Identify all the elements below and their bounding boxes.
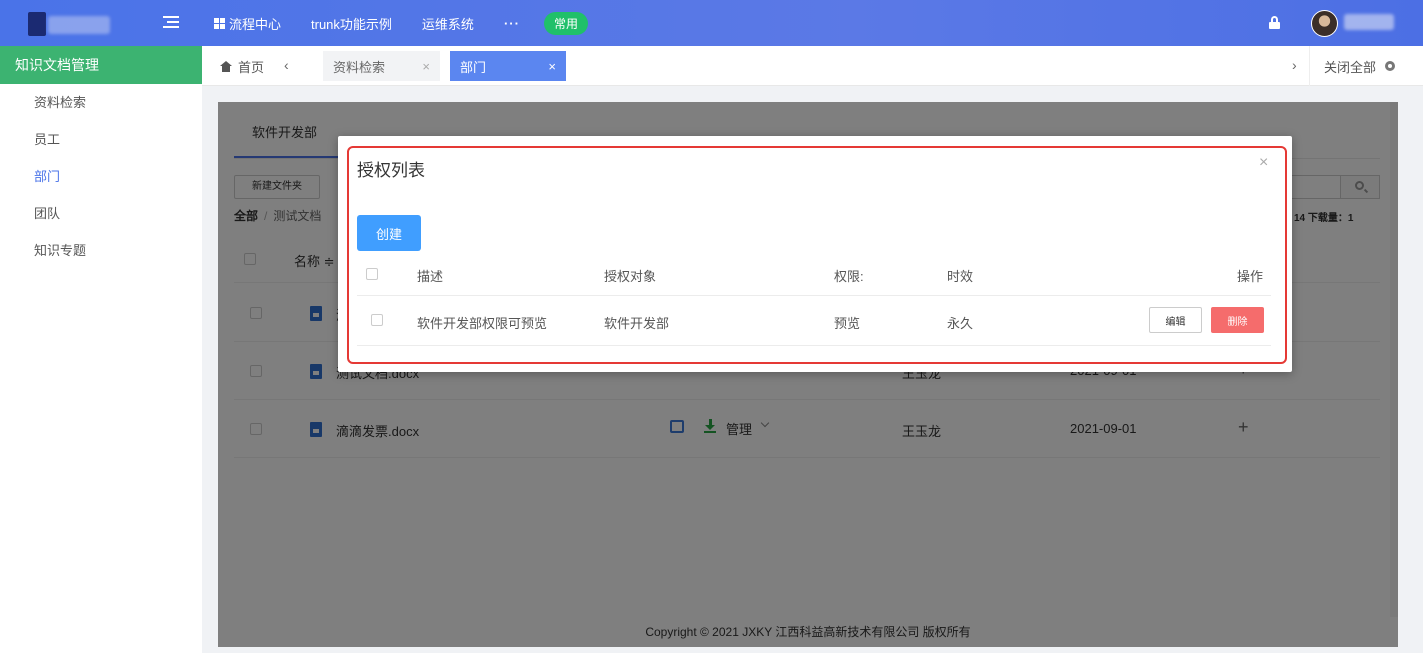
sidebar-header[interactable]: 知识文档管理 [0, 46, 202, 84]
tab-home-label: 首页 [238, 59, 265, 75]
home-icon [220, 60, 232, 72]
nav-label: 运维系统 [421, 16, 474, 32]
tabs-prev-icon[interactable]: ‹ [284, 57, 289, 73]
tabs-next-icon[interactable]: › [1292, 57, 1297, 73]
sidebar: 知识文档管理 资料检索 员工 部门 团队 知识专题 [0, 46, 202, 653]
common-badge[interactable]: 常用 [543, 11, 588, 35]
close-icon[interactable]: × [1259, 154, 1268, 172]
tab-department[interactable]: 部门 × [450, 51, 566, 81]
nav-label: 流程中心 [229, 16, 282, 32]
auth-duration: 永久 [947, 316, 974, 331]
close-all-button[interactable]: 关闭全部 [1309, 46, 1423, 86]
close-all-label: 关闭全部 [1324, 59, 1377, 75]
gear-icon[interactable] [1385, 61, 1396, 71]
close-icon[interactable]: × [548, 59, 556, 74]
sidebar-item-staff[interactable]: 员工 [0, 121, 202, 158]
sidebar-item-search[interactable]: 资料检索 [0, 84, 202, 121]
auth-table-row: 软件开发部权限可预览 软件开发部 预览 永久 编辑 删除 [357, 296, 1271, 346]
row-checkbox[interactable] [371, 314, 383, 326]
nav-label: trunk功能示例 [311, 16, 392, 32]
tab-home[interactable]: 首页 [220, 46, 264, 86]
top-navbar: 流程中心 trunk功能示例 运维系统 ··· 常用 [0, 0, 1423, 46]
menu-toggle-icon[interactable] [163, 16, 179, 30]
nav-ops-system[interactable]: 运维系统 [422, 14, 474, 33]
app-logo[interactable] [28, 12, 112, 36]
tabs-bar: 首页 ‹ 资料检索 × 部门 × › 关闭全部 [202, 46, 1423, 86]
auth-desc: 软件开发部权限可预览 [417, 316, 548, 331]
column-desc: 描述 [417, 269, 444, 284]
select-all-checkbox[interactable] [366, 268, 378, 280]
column-ops: 操作 [1237, 269, 1264, 284]
sidebar-item-team[interactable]: 团队 [0, 195, 202, 232]
sidebar-item-topics[interactable]: 知识专题 [0, 232, 202, 269]
grid-icon [214, 17, 225, 29]
nav-more-button[interactable]: ··· [504, 16, 520, 31]
column-target: 授权对象 [604, 269, 657, 284]
auth-target: 软件开发部 [604, 316, 670, 331]
edit-button[interactable]: 编辑 [1149, 307, 1202, 333]
tab-label: 资料检索 [333, 59, 386, 75]
column-permission: 权限: [834, 269, 864, 284]
nav-trunk-demo[interactable]: trunk功能示例 [311, 14, 392, 33]
auth-permission: 预览 [834, 316, 861, 331]
sidebar-item-department[interactable]: 部门 [0, 158, 202, 195]
create-button[interactable]: 创建 [357, 215, 421, 251]
modal-title: 授权列表 [357, 161, 425, 180]
close-icon[interactable]: × [422, 59, 430, 74]
tab-search[interactable]: 资料检索 × [323, 51, 440, 81]
top-nav: 流程中心 trunk功能示例 运维系统 ··· 常用 [214, 0, 588, 46]
nav-process-center[interactable]: 流程中心 [214, 14, 281, 33]
column-duration: 时效 [947, 269, 974, 284]
authorization-modal: 授权列表 × 创建 描述 授权对象 权限: 时效 操作 软件开发部权限可预览 软… [338, 136, 1292, 372]
avatar[interactable] [1311, 10, 1338, 37]
auth-table-header: 描述 授权对象 权限: 时效 操作 [357, 254, 1271, 296]
lock-icon[interactable] [1269, 16, 1280, 29]
tab-label: 部门 [460, 59, 487, 75]
username[interactable] [1344, 14, 1394, 30]
delete-button[interactable]: 删除 [1211, 307, 1264, 333]
